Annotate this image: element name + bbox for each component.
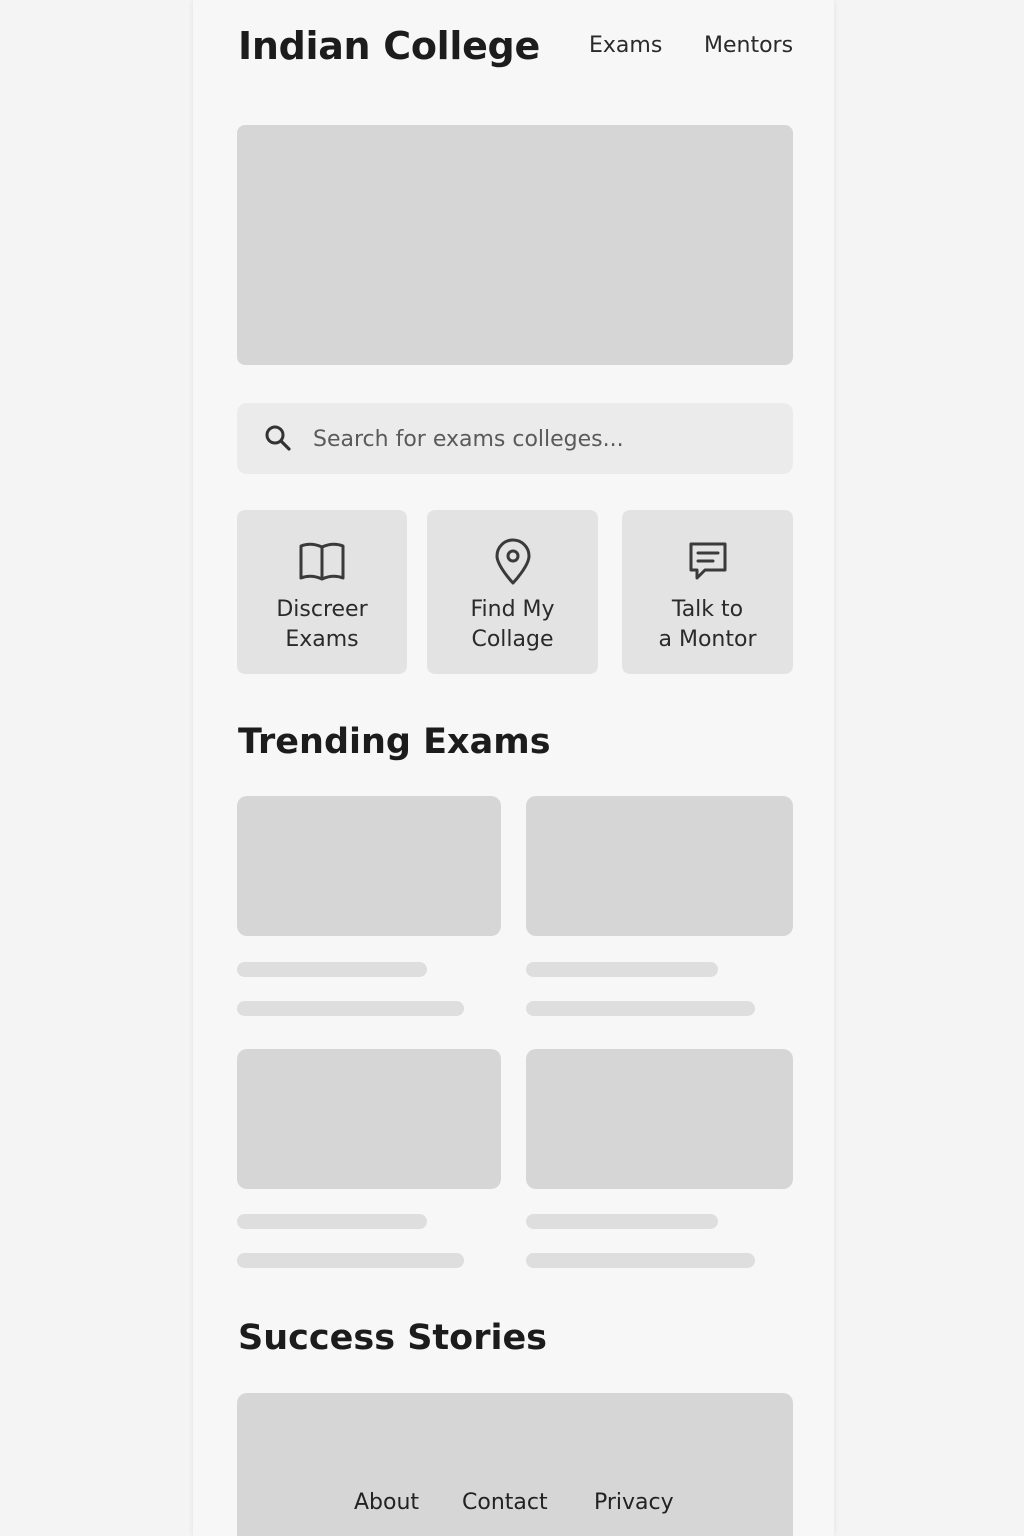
exam-card-image[interactable] — [526, 796, 793, 936]
footer-about-link[interactable]: About — [354, 1490, 419, 1515]
exam-card-title-skeleton — [526, 1214, 718, 1229]
exam-card-subtitle-skeleton — [237, 1253, 464, 1268]
app-screen: Indian College Exams Mentors Discreer Ex… — [193, 0, 834, 1536]
brand-title: Indian College — [238, 24, 540, 68]
nav-mentors-link[interactable]: Mentors — [704, 33, 793, 58]
hero-banner-placeholder — [237, 125, 793, 365]
exam-card-subtitle-skeleton — [237, 1001, 464, 1016]
find-my-college-tile[interactable]: Find My Collage — [427, 510, 598, 674]
exam-card-image[interactable] — [237, 796, 501, 936]
talk-to-mentor-tile[interactable]: Talk to a Montor — [622, 510, 793, 674]
exam-card-subtitle-skeleton — [526, 1001, 755, 1016]
search-bar[interactable] — [237, 403, 793, 474]
open-book-icon — [299, 542, 345, 581]
exam-card-subtitle-skeleton — [526, 1253, 755, 1268]
search-icon — [265, 425, 291, 451]
footer-privacy-link[interactable]: Privacy — [594, 1490, 674, 1515]
exam-card-title-skeleton — [237, 962, 427, 977]
location-pin-icon — [495, 538, 530, 585]
talk-to-mentor-label: Talk to a Montor — [658, 597, 757, 652]
exam-card-image[interactable] — [237, 1049, 501, 1189]
chat-icon — [689, 542, 726, 580]
trending-exams-heading: Trending Exams — [238, 722, 551, 762]
nav-exams-link[interactable]: Exams — [589, 33, 662, 58]
exam-card-title-skeleton — [237, 1214, 427, 1229]
success-stories-heading: Success Stories — [238, 1318, 548, 1358]
exam-card-image[interactable] — [526, 1049, 793, 1189]
exam-card-title-skeleton — [526, 962, 718, 977]
search-input[interactable] — [313, 421, 763, 457]
find-my-college-label: Find My Collage — [470, 597, 555, 652]
discover-exams-label: Discreer Exams — [276, 597, 368, 652]
discover-exams-tile[interactable]: Discreer Exams — [237, 510, 407, 674]
footer-contact-link[interactable]: Contact — [462, 1490, 548, 1515]
